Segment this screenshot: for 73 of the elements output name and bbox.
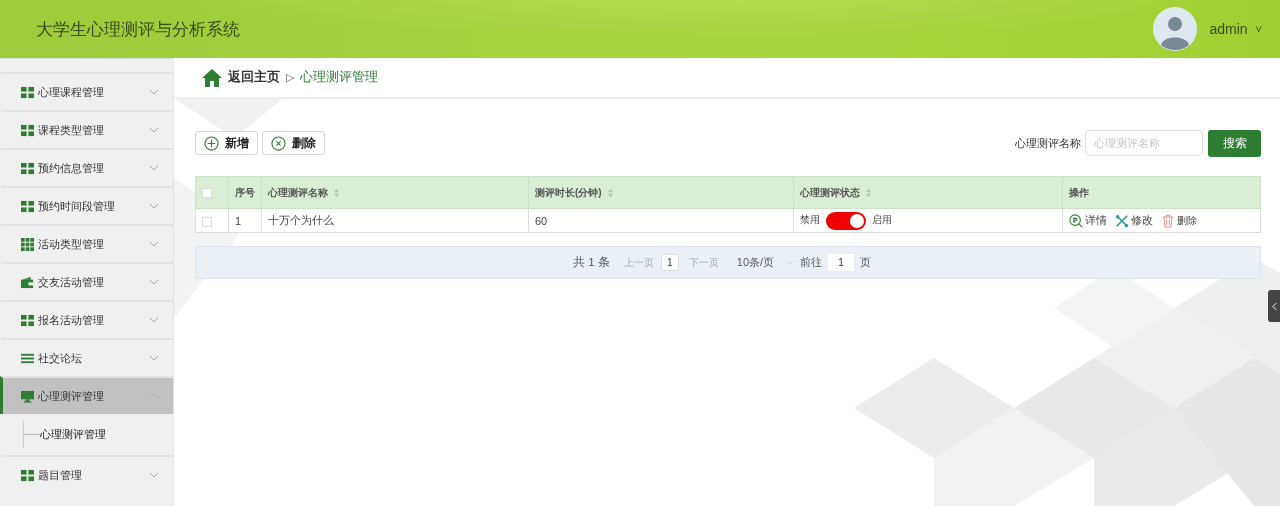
column-header: 序号 xyxy=(228,176,262,209)
column-header[interactable]: 心理测评状态 xyxy=(793,176,1063,209)
sidebar-item[interactable]: 报名活动管理 xyxy=(0,300,173,338)
goto-suffix: 页 xyxy=(860,255,872,270)
edit-button[interactable]: 修改 xyxy=(1115,213,1153,228)
checkbox[interactable] xyxy=(202,216,212,227)
page-number[interactable]: 1 xyxy=(660,254,679,271)
chevron-icon xyxy=(149,472,159,478)
checkbox[interactable] xyxy=(202,188,212,199)
sidebar-item[interactable]: 预约信息管理 xyxy=(0,148,173,186)
sidebar-item[interactable]: 心理课程管理 xyxy=(0,72,173,110)
tools-icon xyxy=(1115,213,1129,228)
sort-icon[interactable] xyxy=(865,187,872,198)
sidebar-item[interactable]: 心理测评管理 xyxy=(0,376,173,414)
chevron-icon xyxy=(149,241,159,247)
breadcrumb-separator: ▷ xyxy=(286,71,295,84)
chevron-icon xyxy=(149,317,159,323)
sort-icon[interactable] xyxy=(606,187,614,198)
column-header: 操作 xyxy=(1062,176,1261,209)
detail-button[interactable]: 详情 xyxy=(1069,213,1107,228)
monitor-icon xyxy=(21,389,34,403)
total-count: 共 1 条 xyxy=(573,255,610,270)
list-icon xyxy=(21,351,34,365)
grid-icon xyxy=(21,123,34,137)
collapse-handle[interactable] xyxy=(1268,290,1280,322)
caret-icon xyxy=(786,260,795,265)
caret-icon[interactable]: ˅ xyxy=(1255,23,1262,35)
chevron-icon xyxy=(149,89,159,95)
delete-button[interactable]: 删除 xyxy=(1161,213,1197,228)
grid-icon xyxy=(21,85,34,99)
search-label: 心理测评名称 xyxy=(1015,135,1081,151)
table-cell: 60 xyxy=(535,214,548,227)
plus-circle-icon xyxy=(204,135,219,151)
breadcrumb-link[interactable]: 返回主页 xyxy=(228,69,280,86)
home-icon[interactable] xyxy=(202,68,222,87)
chevron-icon xyxy=(149,165,159,171)
toggle-switch[interactable] xyxy=(826,211,866,230)
goto-label: 前往 xyxy=(800,255,823,270)
sidebar-item[interactable]: 预约时间段管理 xyxy=(0,186,173,224)
column-header[interactable]: 测评时长(分钟) xyxy=(528,176,794,209)
column-header[interactable]: 心理测评名称 xyxy=(261,176,529,209)
magnifier-icon xyxy=(1069,213,1083,228)
x-circle-icon xyxy=(271,135,286,151)
app-title: 大学生心理测评与分析系统 xyxy=(36,18,240,41)
sidebar-subitem[interactable]: 心理测评管理 xyxy=(40,427,106,442)
toggle-on-label: 启用 xyxy=(872,214,892,227)
username[interactable]: admin xyxy=(1209,21,1248,37)
chevron-icon xyxy=(149,355,159,361)
wallet-icon xyxy=(21,275,34,289)
page-size-select[interactable]: 10条/页 xyxy=(736,255,795,270)
sidebar-item[interactable]: 课程类型管理 xyxy=(0,110,173,148)
sidebar-item[interactable]: 活动类型管理 xyxy=(0,224,173,262)
table-cell: 1 xyxy=(235,214,242,227)
grid-icon xyxy=(21,237,34,251)
add-button[interactable]: 新增 xyxy=(195,131,258,155)
sidebar-item[interactable]: 交友活动管理 xyxy=(0,262,173,300)
grid-icon xyxy=(21,199,34,213)
delete-button[interactable]: 删除 xyxy=(262,131,325,155)
sidebar-item[interactable]: 题目管理 xyxy=(0,455,173,493)
trash-icon xyxy=(1161,213,1175,228)
breadcrumb-current: 心理测评管理 xyxy=(300,69,379,86)
search-button[interactable]: 搜索 xyxy=(1208,129,1261,157)
grid-icon xyxy=(21,468,34,482)
sort-icon[interactable] xyxy=(333,187,340,198)
goto-page-field[interactable]: 1 xyxy=(828,254,855,271)
table-cell: 十万个为什么 xyxy=(268,214,334,226)
toggle-off-label: 禁用 xyxy=(800,214,820,227)
avatar-icon[interactable] xyxy=(1153,7,1198,51)
chevron-icon xyxy=(149,203,159,209)
grid-icon xyxy=(21,161,34,175)
chevron-icon xyxy=(149,279,159,285)
chevron-icon xyxy=(149,127,159,133)
grid-icon xyxy=(21,313,34,327)
